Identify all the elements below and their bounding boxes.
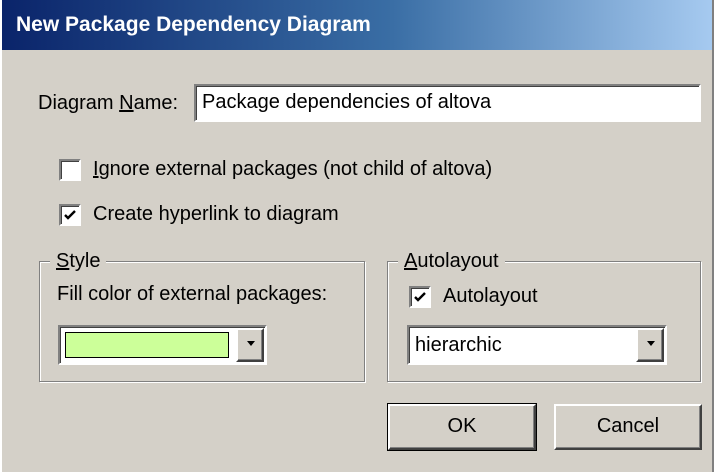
style-title-text: tyle: [69, 250, 101, 272]
ignore-external-label-text: gnore external packages (not child of al…: [98, 158, 493, 180]
autolayout-title-mnemonic: A: [404, 250, 418, 272]
diagram-name-label-part1: Diagram: [38, 92, 120, 114]
fill-color-dropdown[interactable]: [58, 325, 267, 365]
dialog-window: New Package Dependency Diagram Diagram N…: [0, 0, 714, 472]
diagram-name-input[interactable]: Package dependencies of altova: [194, 84, 701, 122]
fill-color-swatch: [65, 332, 229, 358]
title-bar[interactable]: New Package Dependency Diagram: [2, 0, 712, 50]
ok-button[interactable]: OK: [387, 403, 537, 451]
checkmark-icon: [414, 292, 426, 302]
diagram-name-label: Diagram Name:: [38, 92, 178, 115]
style-group-title: Style: [50, 250, 107, 273]
window-title: New Package Dependency Diagram: [16, 13, 371, 36]
autolayout-title-text: utolayout: [417, 250, 499, 272]
diagram-name-label-part2: ame:: [133, 92, 179, 114]
autolayout-label[interactable]: Autolayout: [443, 285, 538, 308]
autolayout-checkbox[interactable]: [409, 286, 431, 308]
layout-type-value: hierarchic: [415, 334, 502, 356]
cancel-button[interactable]: Cancel: [554, 404, 702, 450]
ignore-external-label[interactable]: Ignore external packages (not child of a…: [93, 158, 492, 181]
layout-type-dropdown[interactable]: hierarchic: [407, 325, 667, 365]
autolayout-group-title: Autolayout: [398, 250, 505, 273]
layout-type-dropdown-button[interactable]: [636, 328, 664, 362]
create-hyperlink-checkbox[interactable]: [59, 204, 81, 226]
create-hyperlink-label[interactable]: Create hyperlink to diagram: [93, 203, 339, 226]
fill-color-label: Fill color of external packages:: [57, 283, 328, 305]
diagram-name-label-mnemonic: N: [119, 92, 134, 114]
chevron-down-icon: [647, 341, 655, 346]
checkmark-icon: [64, 210, 76, 220]
ignore-external-checkbox[interactable]: [59, 159, 81, 181]
style-title-mnemonic: S: [56, 250, 70, 272]
fill-color-dropdown-button[interactable]: [236, 328, 264, 362]
chevron-down-icon: [247, 341, 255, 346]
